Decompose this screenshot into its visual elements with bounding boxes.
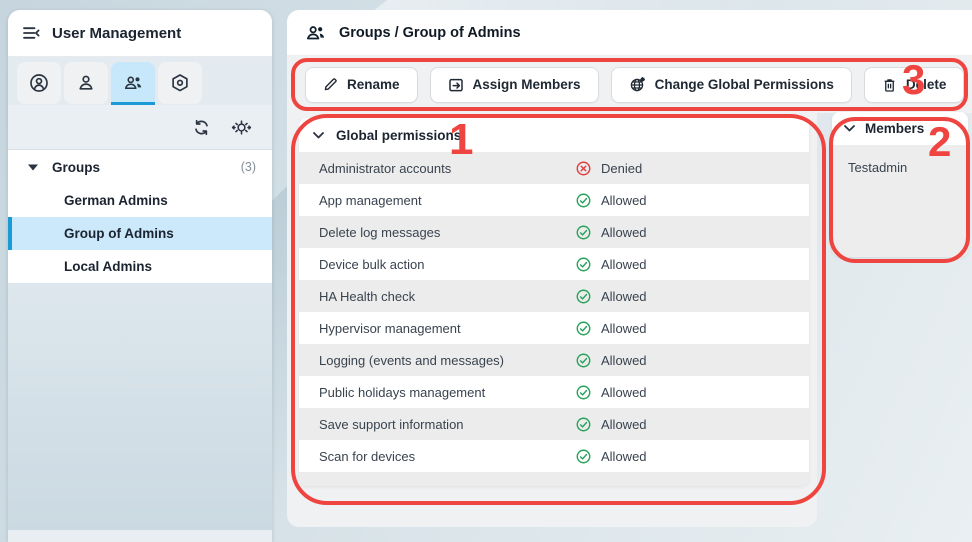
permission-row: Hypervisor management Allowed <box>299 312 809 344</box>
tab-user-accounts[interactable] <box>17 62 61 104</box>
chevron-down-icon <box>844 125 855 132</box>
pencil-icon <box>323 77 338 92</box>
global-permissions-header[interactable]: Global permissions <box>299 118 809 152</box>
users-group-icon <box>123 73 144 93</box>
permission-row: App management Allowed <box>299 184 809 216</box>
tab-users[interactable] <box>64 62 108 104</box>
members-panel: Members Testadmin <box>832 112 968 257</box>
sidebar-tabs <box>8 57 272 105</box>
users-group-icon <box>305 23 327 43</box>
rename-label: Rename <box>347 77 400 92</box>
tree-group-count: (3) <box>241 160 256 174</box>
permission-row: Save support information Allowed <box>299 408 809 440</box>
rename-button[interactable]: Rename <box>305 67 418 103</box>
status-text: Allowed <box>601 449 647 464</box>
status-icon <box>575 448 592 465</box>
permission-row: Logging (events and messages) Allowed <box>299 344 809 376</box>
status-text: Allowed <box>601 417 647 432</box>
chevron-down-icon <box>313 132 324 139</box>
status-icon <box>575 352 592 369</box>
global-permissions-panel: Global permissions Administrator account… <box>299 118 809 486</box>
tab-roles[interactable] <box>158 62 202 104</box>
member-item[interactable]: Testadmin <box>848 160 968 175</box>
tree-toolbar <box>8 105 272 150</box>
sidebar-header: User Management <box>8 10 272 57</box>
status-text: Allowed <box>601 321 647 336</box>
roles-hexagon-icon <box>170 73 190 93</box>
global-permissions-title: Global permissions <box>336 128 461 143</box>
change-global-permissions-button[interactable]: Change Global Permissions <box>611 67 852 103</box>
permission-row: HA Health check Allowed <box>299 280 809 312</box>
tree-item-local-admins[interactable]: Local Admins <box>8 250 272 283</box>
globe-gear-icon <box>629 76 646 93</box>
collapse-sidebar-icon[interactable] <box>22 25 40 41</box>
status-icon <box>575 256 592 273</box>
permission-row: Administrator accounts Denied <box>299 152 809 184</box>
status-text: Allowed <box>601 353 647 368</box>
status-text: Denied <box>601 161 642 176</box>
assign-members-label: Assign Members <box>473 77 581 92</box>
permissions-footer <box>299 472 809 486</box>
sidebar-fill <box>8 283 272 530</box>
screen: User Management <box>0 0 972 542</box>
assign-members-button[interactable]: Assign Members <box>430 67 599 103</box>
status-icon <box>575 416 592 433</box>
tree-item-german-admins[interactable]: German Admins <box>8 184 272 217</box>
status-text: Allowed <box>601 257 647 272</box>
status-text: Allowed <box>601 289 647 304</box>
user-circle-icon <box>29 73 49 93</box>
change-global-permissions-label: Change Global Permissions <box>655 77 834 92</box>
status-icon <box>575 160 592 177</box>
tab-groups[interactable] <box>111 62 155 104</box>
status-text: Allowed <box>601 385 647 400</box>
refresh-icon[interactable] <box>192 118 211 137</box>
members-header[interactable]: Members <box>832 112 968 145</box>
group-action-toolbar: Rename Assign Members Chang <box>287 56 972 113</box>
tree-item-group-of-admins[interactable]: Group of Admins <box>8 217 272 250</box>
delete-button[interactable]: Delete <box>864 67 965 103</box>
status-icon <box>575 224 592 241</box>
assign-box-arrow-icon <box>448 77 464 93</box>
main-header: Groups / Group of Admins <box>287 10 972 56</box>
triangle-down-icon <box>28 164 38 171</box>
status-icon <box>575 288 592 305</box>
permission-row: Delete log messages Allowed <box>299 216 809 248</box>
tree-group-row[interactable]: Groups (3) <box>8 150 272 184</box>
trash-icon <box>882 77 897 93</box>
members-list: Testadmin <box>832 145 968 257</box>
app-title: User Management <box>52 25 181 42</box>
status-text: Allowed <box>601 193 647 208</box>
members-title: Members <box>865 121 924 136</box>
sidebar: User Management <box>8 10 272 542</box>
status-icon <box>575 320 592 337</box>
permissions-list: Administrator accounts Denied App manage… <box>299 152 809 472</box>
tree-group-label: Groups <box>52 160 227 175</box>
permission-row: Scan for devices Allowed <box>299 440 809 472</box>
permission-row: Device bulk action Allowed <box>299 248 809 280</box>
status-icon <box>575 192 592 209</box>
breadcrumb: Groups / Group of Admins <box>339 25 521 41</box>
permission-row: Public holidays management Allowed <box>299 376 809 408</box>
gear-sync-icon[interactable] <box>231 118 252 137</box>
status-icon <box>575 384 592 401</box>
user-icon <box>76 73 96 93</box>
delete-label: Delete <box>906 77 947 92</box>
status-text: Allowed <box>601 225 647 240</box>
